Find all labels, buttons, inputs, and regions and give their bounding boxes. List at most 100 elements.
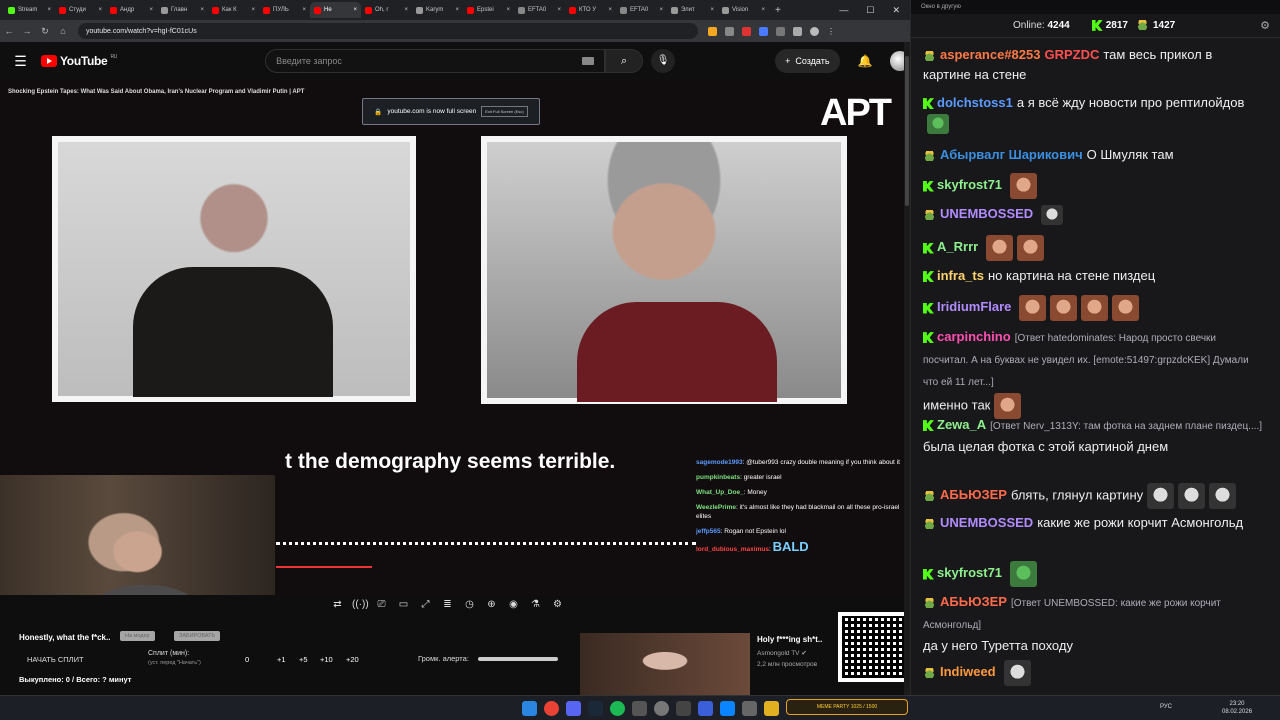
extension-icon[interactable]	[759, 26, 768, 36]
add-5-button[interactable]: +5	[299, 655, 308, 664]
chat-username[interactable]: asperance#8253	[940, 47, 1040, 62]
tab-close-icon[interactable]: ×	[761, 7, 765, 13]
browser-tab[interactable]: Студи ×	[55, 2, 106, 18]
browser-tab[interactable]: Элит ×	[667, 2, 718, 18]
app-icon[interactable]	[742, 701, 757, 716]
browser-tab[interactable]: EFTA0 ×	[616, 2, 667, 18]
reload-icon[interactable]: ↻	[36, 26, 54, 37]
notifications-bell-icon[interactable]: 🔔	[858, 54, 873, 68]
language-indicator[interactable]: РУС	[1160, 704, 1172, 710]
back-icon[interactable]: ←	[0, 26, 18, 36]
broadcast-icon[interactable]: ((·))	[352, 599, 369, 610]
recommended-channel[interactable]: Asmongold TV ✔	[757, 649, 807, 657]
tab-close-icon[interactable]: ×	[47, 7, 51, 13]
minimize-icon[interactable]: —	[839, 5, 848, 16]
chat-username[interactable]: skyfrost71	[937, 565, 1002, 580]
chat-username[interactable]: АБЬЮЗЕР	[940, 594, 1007, 609]
maximize-icon[interactable]: ☐	[866, 5, 874, 16]
home-icon[interactable]: ⌂	[54, 26, 72, 36]
profile-icon[interactable]	[810, 26, 819, 36]
add-icon[interactable]: ⊕	[484, 599, 499, 610]
browser-tab[interactable]: Epstei ×	[463, 2, 514, 18]
alert-volume-slider[interactable]	[478, 657, 558, 661]
add-20-button[interactable]: +20	[346, 655, 359, 664]
cast-icon[interactable]: ⎚	[374, 599, 389, 610]
spotify-icon[interactable]	[610, 701, 625, 716]
tab-close-icon[interactable]: ×	[251, 7, 255, 13]
chrome-icon[interactable]	[544, 701, 559, 716]
chat-username[interactable]: skyfrost71	[937, 177, 1002, 192]
folder-icon[interactable]: ▭	[396, 599, 411, 610]
download-icon[interactable]	[793, 26, 802, 36]
recommended-thumbnail[interactable]	[580, 633, 750, 695]
browser-tab[interactable]: Как К ×	[208, 2, 259, 18]
chat-username[interactable]: infra_ts	[937, 268, 984, 283]
camera-icon[interactable]: ◉	[506, 599, 521, 610]
extension-icon[interactable]	[725, 26, 734, 36]
tab-close-icon[interactable]: ×	[506, 7, 510, 13]
voice-search-button[interactable]: 🎙	[651, 49, 676, 73]
loop-icon[interactable]: ⇄	[330, 599, 345, 610]
app-icon[interactable]	[632, 701, 647, 716]
close-icon[interactable]: ✕	[892, 5, 900, 16]
tab-close-icon[interactable]: ×	[557, 7, 561, 13]
telegram-icon[interactable]	[720, 701, 735, 716]
extension-icon[interactable]	[708, 26, 717, 36]
clock[interactable]: 23:20 08.02.2026	[1222, 700, 1252, 716]
exit-fullscreen-button[interactable]: Exit Full Screen (Esc)	[481, 106, 528, 117]
app-icon[interactable]	[698, 701, 713, 716]
video-progress-bar[interactable]	[276, 566, 372, 568]
extension-icon[interactable]	[742, 26, 751, 36]
add-10-button[interactable]: +10	[320, 655, 333, 664]
tab-close-icon[interactable]: ×	[404, 7, 408, 13]
menu-icon[interactable]: ☰	[0, 53, 41, 70]
forward-icon[interactable]: →	[18, 26, 36, 36]
chat-username[interactable]: Zewa_A	[937, 417, 986, 432]
keyboard-icon[interactable]	[582, 57, 595, 65]
tab-close-icon[interactable]: ×	[149, 7, 153, 13]
browser-tab[interactable]: EFTA0 ×	[514, 2, 565, 18]
chat-username[interactable]: carpinchino	[937, 329, 1011, 344]
windows-start-icon[interactable]	[522, 701, 537, 716]
chat-username[interactable]: Абырвалг Шарикович	[940, 147, 1083, 162]
menu-dots-icon[interactable]: ⋮	[827, 27, 835, 36]
steam-icon[interactable]	[588, 701, 603, 716]
gear-icon[interactable]: ⚙	[550, 599, 565, 610]
tab-close-icon[interactable]: ×	[200, 7, 204, 13]
tab-close-icon[interactable]: ×	[659, 7, 663, 13]
flask-icon[interactable]: ⚗	[528, 599, 543, 610]
browser-tab[interactable]: Главн ×	[157, 2, 208, 18]
chat-username[interactable]: A_Rrrr	[937, 239, 978, 254]
browser-tab[interactable]: ПУЛЬ ×	[259, 2, 310, 18]
chat-username[interactable]: Indiweed	[940, 664, 996, 679]
tab-close-icon[interactable]: ×	[98, 7, 102, 13]
new-tab-icon[interactable]: +	[775, 5, 781, 16]
chat-username[interactable]: dolchstoss1	[937, 95, 1013, 110]
chat-username[interactable]: UNEMBOSSED	[940, 206, 1033, 221]
start-split-button[interactable]: НАЧАТЬ СПЛИТ	[27, 655, 84, 664]
browser-tab[interactable]: Karym ×	[412, 2, 463, 18]
chip-moderation[interactable]: На модер	[120, 631, 155, 641]
browser-tab[interactable]: Vision ×	[718, 2, 769, 18]
search-input[interactable]: Введите запрос	[265, 49, 606, 73]
speed-icon[interactable]: ◷	[462, 599, 477, 610]
tab-close-icon[interactable]: ×	[455, 7, 459, 13]
recommended-title[interactable]: Holy f***ing sh*t..	[757, 635, 822, 644]
search-button[interactable]: ⌕	[605, 49, 644, 73]
tab-close-icon[interactable]: ×	[608, 7, 612, 13]
folder-icon[interactable]	[764, 701, 779, 716]
tab-close-icon[interactable]: ×	[353, 7, 357, 13]
youtube-logo[interactable]: YouTube RU	[40, 54, 117, 68]
split-value[interactable]: 0	[245, 655, 249, 664]
chat-username[interactable]: UNEMBOSSED	[940, 515, 1033, 530]
resize-icon[interactable]: ⤢	[418, 599, 433, 610]
chat-username[interactable]: IridiumFlare	[937, 299, 1011, 314]
create-button[interactable]: + Создать	[775, 49, 840, 73]
url-field[interactable]: youtube.com/watch?v=hgI-fC01cUs	[78, 23, 698, 39]
extensions-puzzle-icon[interactable]	[776, 26, 785, 36]
add-1-button[interactable]: +1	[277, 655, 286, 664]
browser-tab[interactable]: КТО У ×	[565, 2, 616, 18]
browser-tab[interactable]: Не ×	[310, 2, 361, 18]
list-icon[interactable]: ≣	[440, 599, 455, 610]
obs-icon[interactable]	[654, 701, 669, 716]
